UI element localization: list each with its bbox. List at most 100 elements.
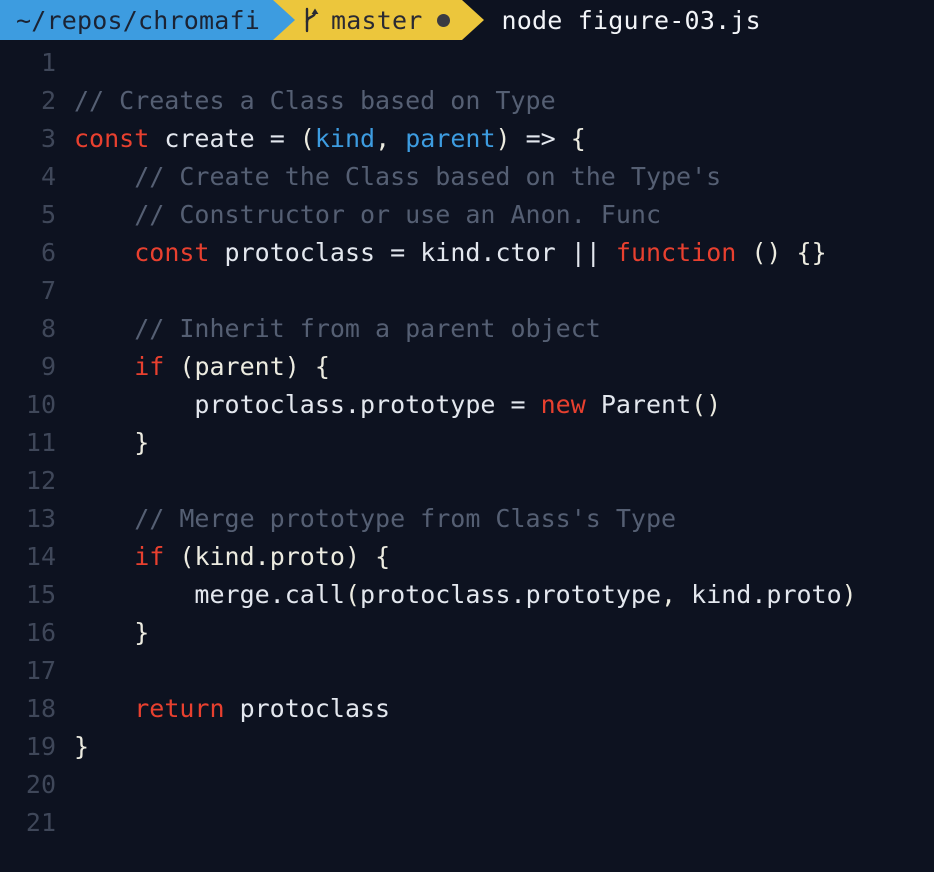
code-token: if xyxy=(134,352,165,381)
code-token: () xyxy=(691,390,722,419)
line-source: // Create the Class based on the Type's xyxy=(74,158,934,196)
code-token: // Constructor or use an Anon. Func xyxy=(74,200,661,229)
code-token: // Creates a Class based on Type xyxy=(74,86,556,115)
command-text: node figure-03.js xyxy=(501,5,761,35)
code-token: return xyxy=(134,694,225,723)
line-number: 13 xyxy=(25,504,56,533)
line-number: 9 xyxy=(40,352,56,381)
code-line: 13 // Merge prototype from Class's Type xyxy=(0,500,934,538)
code-token: ( xyxy=(299,124,315,153)
line-source: // Merge prototype from Class's Type xyxy=(74,500,934,538)
code-token: || xyxy=(570,238,616,267)
line-source: // Constructor or use an Anon. Func xyxy=(74,196,934,234)
code-token: { xyxy=(570,124,586,153)
code-token: protoclass xyxy=(209,238,391,267)
code-line: 15 merge.call(protoclass.prototype, kind… xyxy=(0,576,934,614)
line-source: protoclass.prototype = new Parent() xyxy=(74,386,934,424)
line-number: 20 xyxy=(25,770,56,799)
code-line: 16 } xyxy=(0,614,934,652)
line-number: 21 xyxy=(25,808,56,837)
code-token: } xyxy=(134,428,150,457)
code-line: 3 const create = (kind, parent) => { xyxy=(0,120,934,158)
code-line: 18 return protoclass xyxy=(0,690,934,728)
code-token: , xyxy=(375,124,406,153)
line-source: if (kind.proto) { xyxy=(74,538,934,576)
line-source: const protoclass = kind.ctor || function… xyxy=(74,234,934,272)
code-token: = xyxy=(390,238,421,267)
code-token: => xyxy=(510,124,571,153)
code-line: 5 // Constructor or use an Anon. Func xyxy=(0,196,934,234)
line-source: merge.call(protoclass.prototype, kind.pr… xyxy=(74,576,934,614)
code-line: 10 protoclass.prototype = new Parent() xyxy=(0,386,934,424)
line-number: 5 xyxy=(40,200,56,229)
code-token: ) xyxy=(841,580,857,609)
code-token: create xyxy=(149,124,270,153)
prompt-path-segment: ~/repos/chromafi xyxy=(0,0,274,40)
code-token: kind xyxy=(314,124,376,153)
code-token: protoclass.prototype xyxy=(360,580,662,609)
line-source: const create = (kind, parent) => { xyxy=(74,120,934,158)
code-token: function xyxy=(615,238,737,267)
line-number: 17 xyxy=(25,656,56,685)
code-line: 21 xyxy=(0,804,934,842)
prompt-path-text: ~/repos/chromafi xyxy=(16,5,261,35)
code-token: protoclass.prototype xyxy=(74,390,511,419)
terminal-window: ~/repos/chromafi master node figure-03.j… xyxy=(0,0,934,872)
code-line: 2 // Creates a Class based on Type xyxy=(0,82,934,120)
code-token: merge.call xyxy=(74,580,345,609)
code-line: 7 xyxy=(0,272,934,310)
code-token: kind.ctor xyxy=(420,238,571,267)
code-token: kind.proto xyxy=(691,580,842,609)
git-branch-icon xyxy=(303,6,321,34)
code-token: // Merge prototype from Class's Type xyxy=(74,504,677,533)
code-token: = xyxy=(510,390,541,419)
code-token: {} xyxy=(796,238,827,267)
code-line: 4 // Create the Class based on the Type'… xyxy=(0,158,934,196)
code-line: 9 if (parent) { xyxy=(0,348,934,386)
code-line: 6 const protoclass = kind.ctor || functi… xyxy=(0,234,934,272)
code-token: (parent) xyxy=(179,352,300,381)
prompt-git-segment: master xyxy=(299,0,462,40)
line-source: // Inherit from a parent object xyxy=(74,310,934,348)
line-number: 6 xyxy=(40,238,56,267)
line-source: } xyxy=(74,424,934,462)
line-number: 12 xyxy=(25,466,56,495)
code-token: if xyxy=(134,542,165,571)
prompt-command-segment: node figure-03.js xyxy=(487,0,761,40)
code-token: ) xyxy=(495,124,511,153)
line-source: if (parent) { xyxy=(74,348,934,386)
line-number: 10 xyxy=(25,390,56,419)
line-number: 2 xyxy=(40,86,56,115)
code-token: { xyxy=(375,542,391,571)
code-token: const xyxy=(74,124,150,153)
shell-prompt-bar: ~/repos/chromafi master node figure-03.j… xyxy=(0,0,934,40)
code-token: , xyxy=(661,580,692,609)
git-branch-name: master xyxy=(331,5,423,35)
line-source: } xyxy=(74,728,934,766)
code-token: const xyxy=(134,238,210,267)
line-number: 4 xyxy=(40,162,56,191)
code-token: parent xyxy=(405,124,496,153)
git-dirty-indicator xyxy=(436,13,450,27)
code-line: 20 xyxy=(0,766,934,804)
code-token: = xyxy=(269,124,300,153)
code-token: // Create the Class based on the Type's xyxy=(74,162,722,191)
line-number: 3 xyxy=(40,124,56,153)
line-source: } xyxy=(74,614,934,652)
line-number: 16 xyxy=(25,618,56,647)
line-number: 8 xyxy=(40,314,56,343)
line-source: // Creates a Class based on Type xyxy=(74,82,934,120)
code-line: 17 xyxy=(0,652,934,690)
line-number: 14 xyxy=(25,542,56,571)
code-token: // Inherit from a parent object xyxy=(74,314,601,343)
code-token: () xyxy=(751,238,782,267)
